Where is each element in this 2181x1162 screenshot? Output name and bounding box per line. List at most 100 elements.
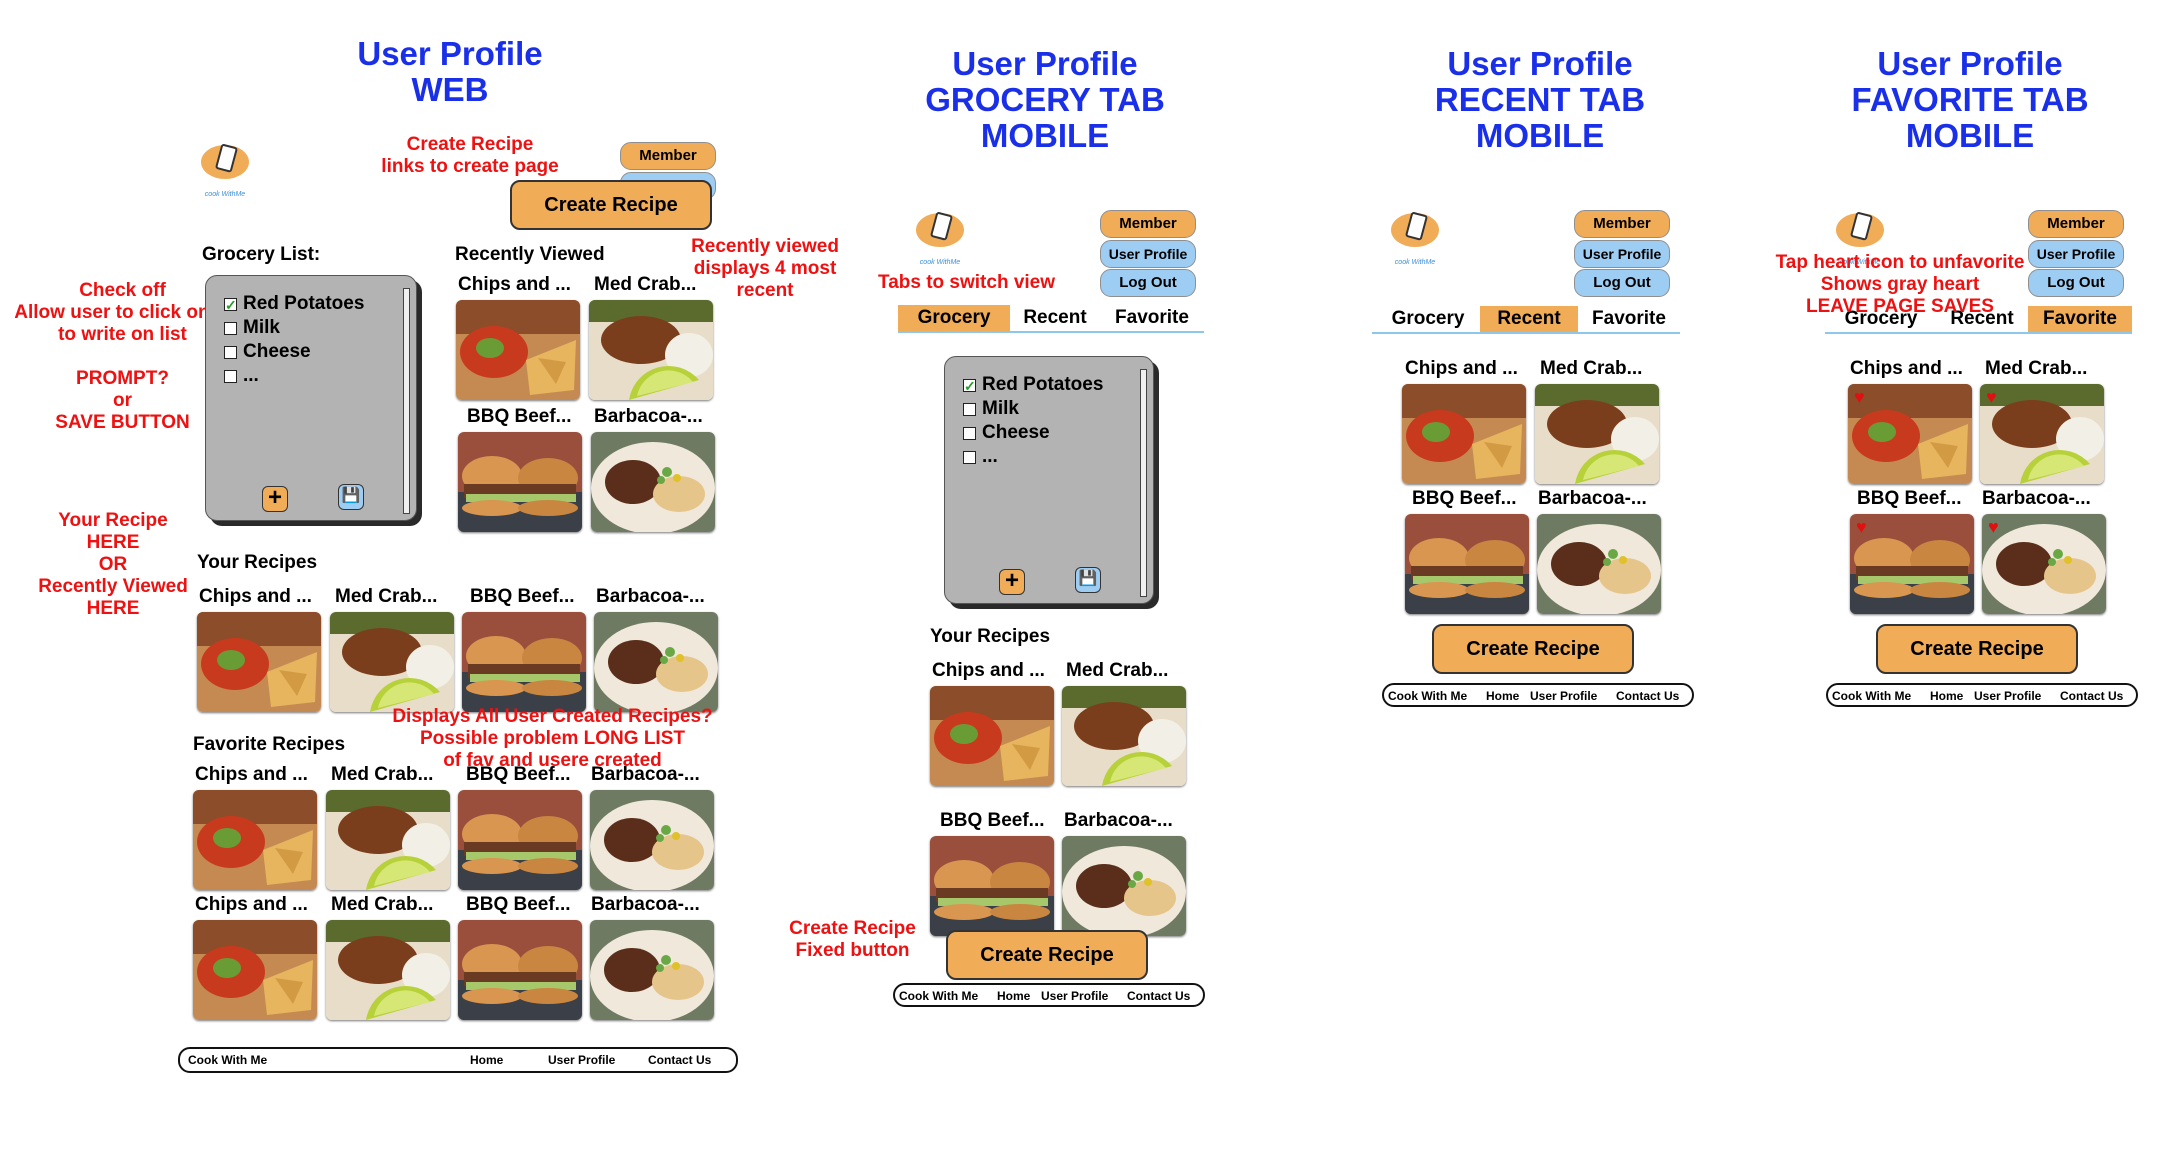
checkbox-checked[interactable]: [224, 293, 237, 317]
bbq-beef-sandwich-photo[interactable]: ♥: [1850, 514, 1974, 614]
chips-and-salsa-photo[interactable]: [1402, 384, 1526, 484]
barbacoa-plate-photo[interactable]: ♥: [1982, 514, 2106, 614]
recipe-label: Med Crab...: [335, 586, 438, 607]
footer-brand[interactable]: Cook With Me: [899, 985, 978, 1007]
crab-cake-with-lime-photo[interactable]: [589, 300, 713, 400]
tap-heart-annotation: Tap heart icon to unfavorite Shows gray …: [1775, 252, 2025, 317]
member-button[interactable]: Member: [2028, 210, 2124, 238]
heart-icon[interactable]: ♥: [1986, 388, 1997, 406]
chips-and-salsa-photo[interactable]: [930, 686, 1054, 786]
grocery-item[interactable]: ...: [963, 445, 1103, 469]
add-item-button[interactable]: +: [999, 569, 1025, 595]
log-out-button[interactable]: Log Out: [1574, 269, 1670, 297]
tab-grocery[interactable]: Grocery: [898, 305, 1010, 331]
checkbox[interactable]: [963, 450, 976, 464]
tab-favorite[interactable]: Favorite: [1100, 305, 1204, 331]
checkbox-checked[interactable]: [963, 374, 976, 398]
cook-with-me-logo[interactable]: cook WithMe: [1385, 208, 1445, 266]
bbq-beef-sandwich-photo[interactable]: [462, 612, 586, 712]
barbacoa-plate-photo[interactable]: [1062, 836, 1186, 936]
plus-icon: +: [267, 484, 282, 511]
bbq-beef-sandwich-photo[interactable]: [1405, 514, 1529, 614]
cook-with-me-logo[interactable]: cook WithMe: [910, 208, 970, 266]
member-button[interactable]: Member: [1100, 210, 1196, 238]
grocery-item[interactable]: ...: [224, 364, 364, 388]
footer-contact-link[interactable]: Contact Us: [1616, 685, 1679, 707]
crab-cake-with-lime-photo[interactable]: [1535, 384, 1659, 484]
crab-cake-with-lime-photo[interactable]: [330, 612, 454, 712]
crab-cake-with-lime-photo[interactable]: ♥: [1980, 384, 2104, 484]
checkbox[interactable]: [963, 402, 976, 416]
bbq-beef-sandwich-photo[interactable]: [458, 790, 582, 890]
chips-and-salsa-photo[interactable]: [456, 300, 580, 400]
checkbox[interactable]: [224, 321, 237, 335]
grocery-item[interactable]: Milk: [224, 316, 364, 340]
footer-home-link[interactable]: Home: [470, 1049, 503, 1071]
crab-cake-with-lime-photo[interactable]: [326, 920, 450, 1020]
grocery-item[interactable]: Cheese: [224, 340, 364, 364]
tab-recent[interactable]: Recent: [1480, 306, 1578, 332]
add-item-button[interactable]: +: [262, 486, 288, 512]
member-button[interactable]: Member: [1574, 210, 1670, 238]
log-out-button[interactable]: Log Out: [1100, 269, 1196, 297]
crab-cake-image: [1062, 686, 1186, 786]
footer-user-profile-link[interactable]: User Profile: [1530, 685, 1597, 707]
bbq-beef-sandwich-photo[interactable]: [930, 836, 1054, 936]
save-list-button[interactable]: 💾: [338, 484, 364, 510]
cook-with-me-logo[interactable]: cook WithMe: [195, 140, 255, 198]
checkbox[interactable]: [224, 369, 237, 383]
checkbox[interactable]: [224, 345, 237, 359]
barbacoa-plate-photo[interactable]: [590, 920, 714, 1020]
chips-and-salsa-photo[interactable]: [193, 790, 317, 890]
create-fixed-annotation: Create Recipe Fixed button: [789, 918, 916, 961]
chips-and-salsa-image: [1402, 384, 1526, 484]
create-recipe-button[interactable]: Create Recipe: [1876, 624, 2078, 674]
grocery-item[interactable]: Red Potatoes: [963, 373, 1103, 398]
member-button[interactable]: Member: [620, 142, 716, 170]
user-profile-button[interactable]: User Profile: [1100, 240, 1196, 268]
scrollbar[interactable]: [1140, 369, 1147, 597]
footer-brand[interactable]: Cook With Me: [1388, 685, 1467, 707]
footer-contact-link[interactable]: Contact Us: [648, 1049, 711, 1071]
save-list-button[interactable]: 💾: [1075, 567, 1101, 593]
barbacoa-plate-photo[interactable]: [590, 790, 714, 890]
grocery-item[interactable]: Milk: [963, 397, 1103, 421]
chef-hat-phone-icon: [201, 144, 249, 179]
barbacoa-plate-photo[interactable]: [591, 432, 715, 532]
chips-and-salsa-photo[interactable]: [193, 920, 317, 1020]
checkbox[interactable]: [963, 426, 976, 440]
heart-icon[interactable]: ♥: [1988, 518, 1999, 536]
crab-cake-with-lime-photo[interactable]: [326, 790, 450, 890]
recipe-label: Barbacoa-...: [591, 894, 700, 915]
barbacoa-plate-photo[interactable]: [1537, 514, 1661, 614]
scrollbar[interactable]: [403, 288, 410, 514]
footer-brand[interactable]: Cook With Me: [1832, 685, 1911, 707]
footer-home-link[interactable]: Home: [1930, 685, 1963, 707]
chips-and-salsa-photo[interactable]: [197, 612, 321, 712]
create-recipe-button[interactable]: Create Recipe: [1432, 624, 1634, 674]
tab-recent[interactable]: Recent: [1010, 305, 1100, 331]
footer-user-profile-link[interactable]: User Profile: [548, 1049, 615, 1071]
crab-cake-with-lime-photo[interactable]: [1062, 686, 1186, 786]
create-recipe-button[interactable]: Create Recipe: [510, 180, 712, 230]
heart-icon[interactable]: ♥: [1856, 518, 1867, 536]
user-profile-button[interactable]: User Profile: [1574, 240, 1670, 268]
footer-home-link[interactable]: Home: [997, 985, 1030, 1007]
footer-contact-link[interactable]: Contact Us: [2060, 685, 2123, 707]
tab-favorite[interactable]: Favorite: [1578, 306, 1680, 332]
create-recipe-annotation: Create Recipe links to create page: [381, 134, 559, 177]
footer-user-profile-link[interactable]: User Profile: [1041, 985, 1108, 1007]
heart-icon[interactable]: ♥: [1854, 388, 1865, 406]
footer-home-link[interactable]: Home: [1486, 685, 1519, 707]
tab-grocery[interactable]: Grocery: [1372, 306, 1484, 332]
barbacoa-plate-photo[interactable]: [594, 612, 718, 712]
bbq-beef-sandwich-photo[interactable]: [458, 432, 582, 532]
chips-and-salsa-photo[interactable]: ♥: [1848, 384, 1972, 484]
grocery-item[interactable]: Red Potatoes: [224, 292, 364, 317]
grocery-item[interactable]: Cheese: [963, 421, 1103, 445]
create-recipe-button[interactable]: Create Recipe: [946, 930, 1148, 980]
footer-brand[interactable]: Cook With Me: [188, 1049, 267, 1071]
bbq-beef-sandwich-photo[interactable]: [458, 920, 582, 1020]
footer-contact-link[interactable]: Contact Us: [1127, 985, 1190, 1007]
footer-user-profile-link[interactable]: User Profile: [1974, 685, 2041, 707]
